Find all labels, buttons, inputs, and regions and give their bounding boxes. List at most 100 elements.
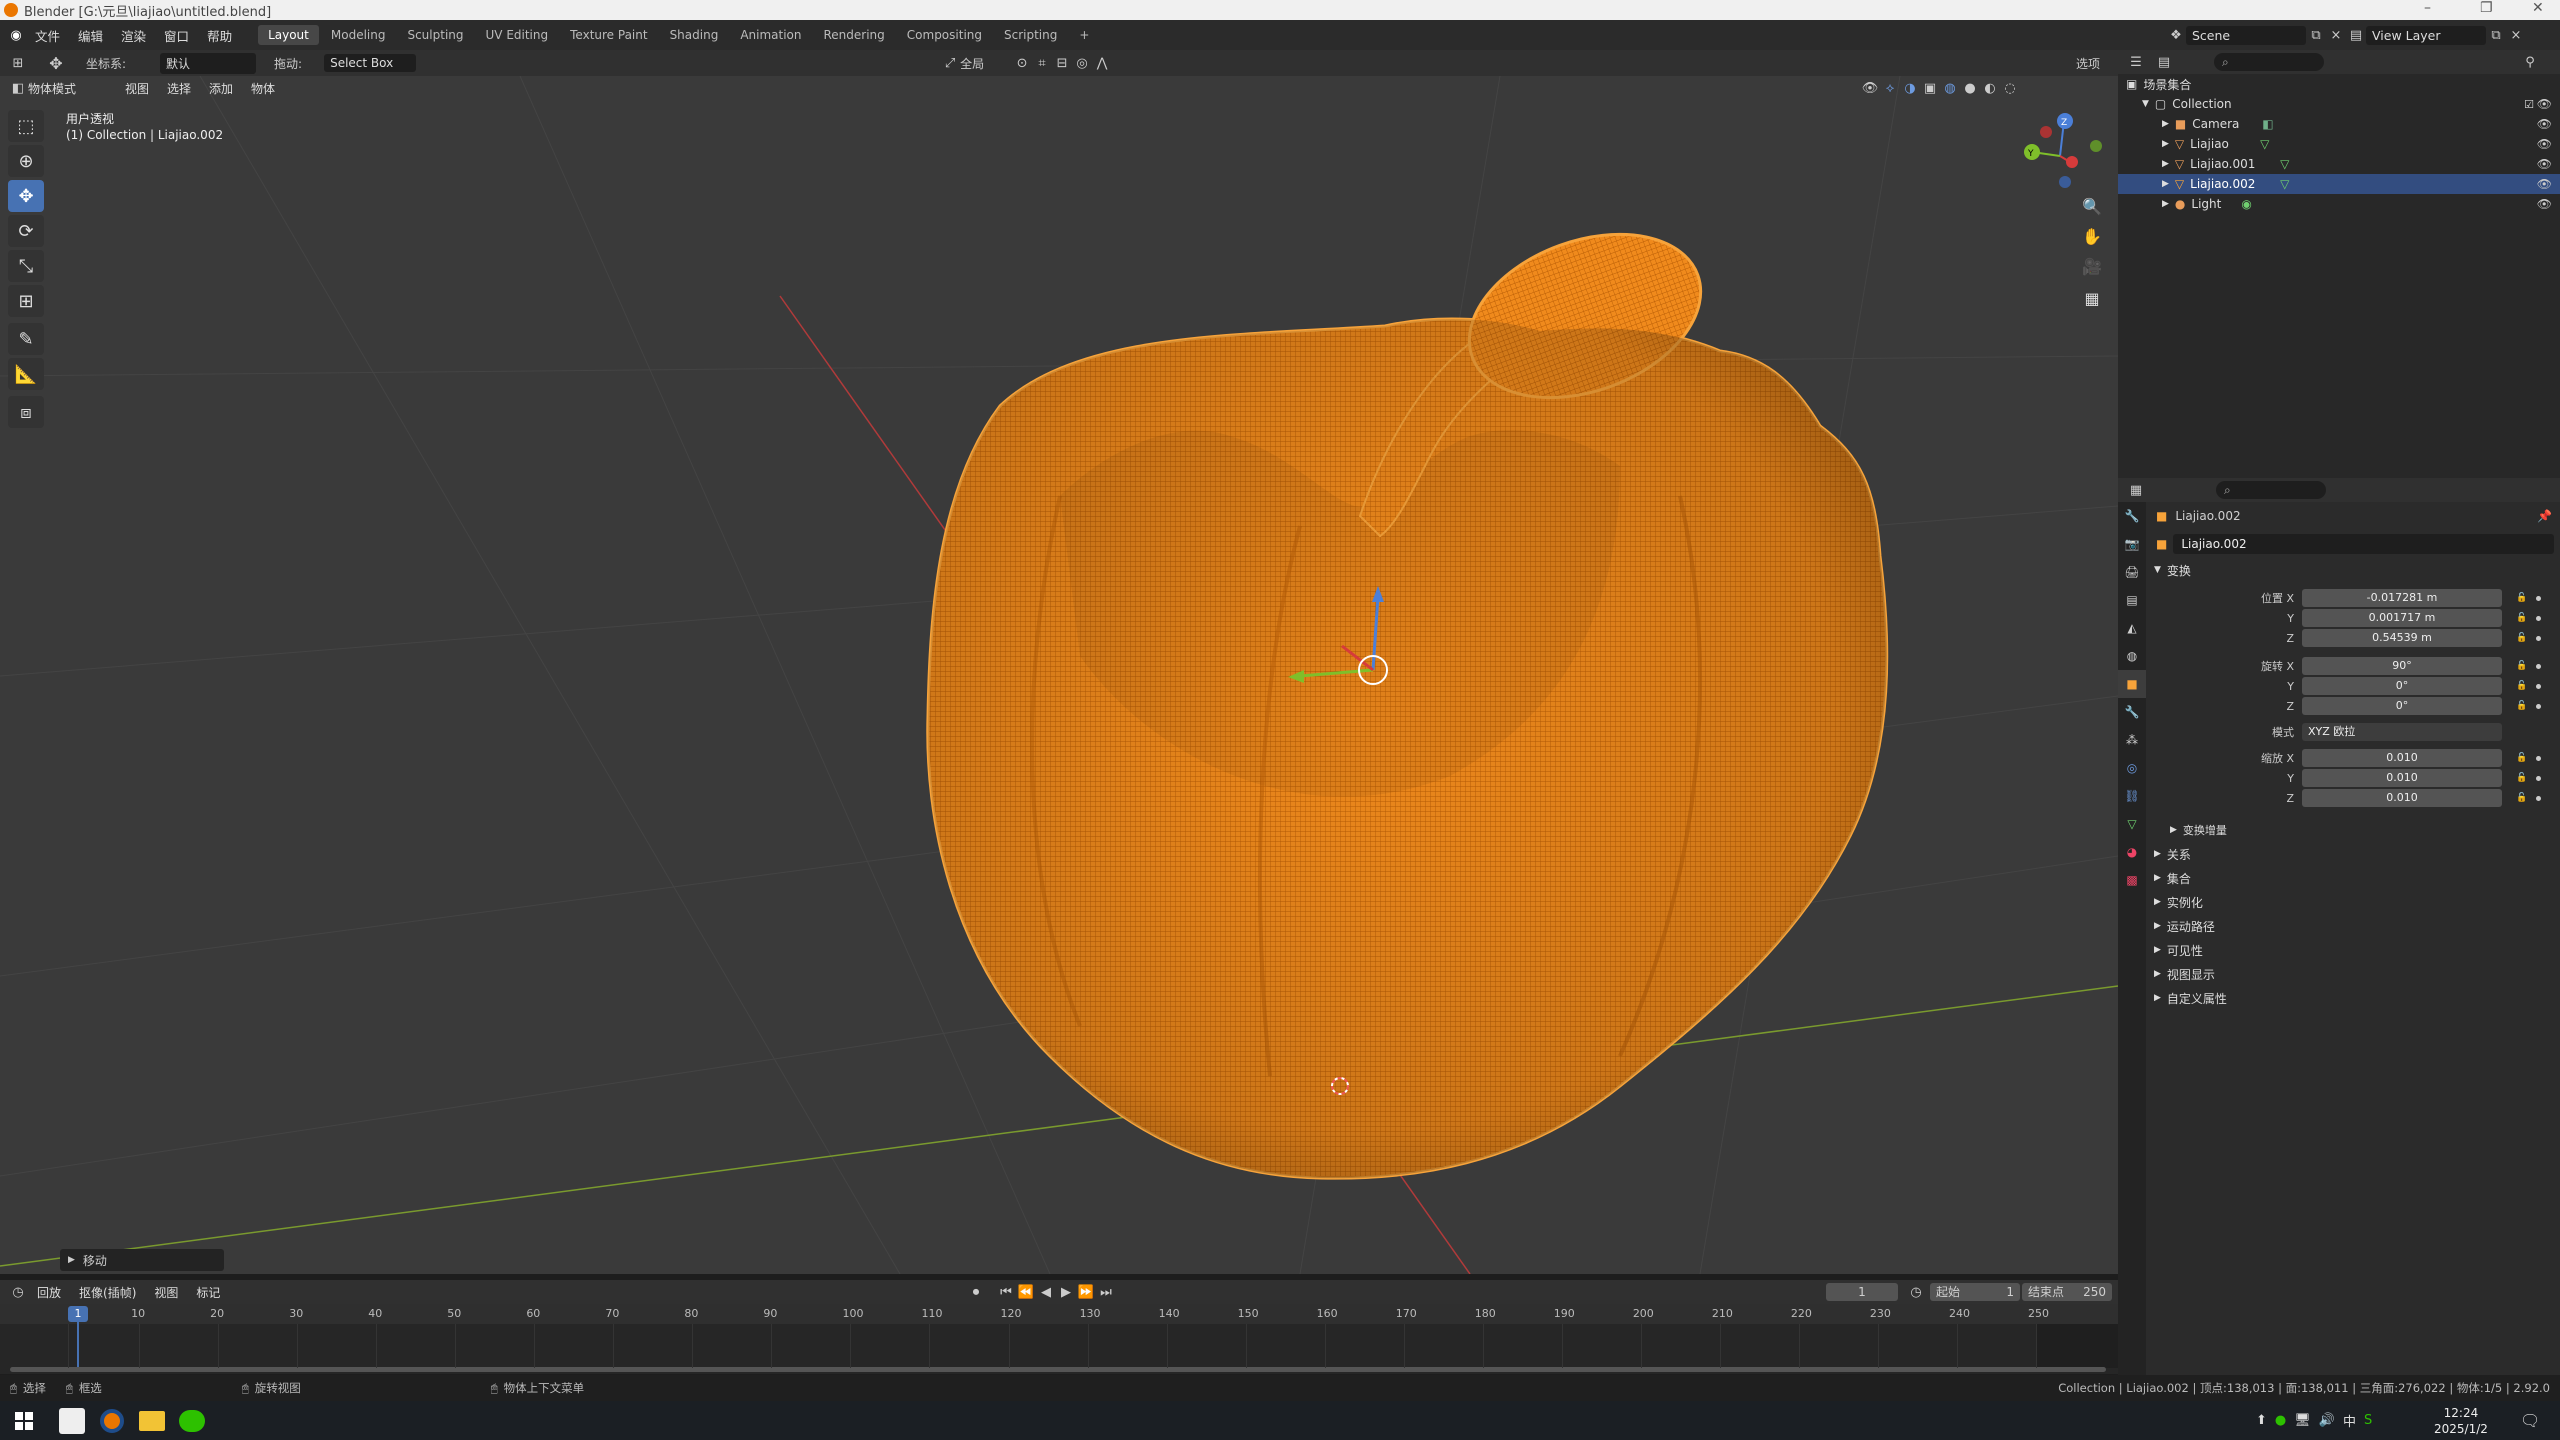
timeline-ruler[interactable]: 10 20 30 40 50 60 70 80 90 100 110 120 130 140 150 160 1… — [0, 1304, 2118, 1324]
minimize-button[interactable]: – — [2424, 0, 2431, 16]
transform-orientation-dropdown[interactable]: 全局 — [960, 55, 1012, 72]
lock-icon[interactable]: 🔓 — [2516, 701, 2527, 711]
tray-network-icon[interactable]: 🖥 — [2294, 1413, 2311, 1428]
mode-dropdown[interactable]: 物体模式 — [28, 80, 106, 97]
camera-view-icon[interactable]: 🎥 — [2078, 252, 2106, 280]
annotate-tool-icon[interactable]: ✎ — [8, 323, 44, 355]
viewport-menu-add[interactable]: 添加 — [200, 80, 242, 97]
rotate-tool-icon[interactable]: ⟳ — [8, 215, 44, 247]
outliner-row-light[interactable]: ▶ ● Light ◉ 👁 — [2118, 194, 2560, 214]
output-tab-icon[interactable]: 🖨 — [2118, 558, 2146, 586]
play-icon[interactable]: ▶ — [1056, 1282, 1076, 1302]
outliner-editor-icon[interactable]: ☰ — [2126, 52, 2146, 72]
ime-indicator[interactable]: 中 — [2343, 1411, 2356, 1430]
play-reverse-icon[interactable]: ◀ — [1036, 1282, 1056, 1302]
scene-selector[interactable]: Scene — [2186, 25, 2306, 45]
show-gizmo-icon[interactable]: ⟡ — [1880, 78, 1900, 98]
rendered-shading-icon[interactable]: ◌ — [2000, 78, 2020, 98]
menu-help[interactable]: 帮助 — [198, 26, 241, 45]
keyframe-dot-icon[interactable] — [2536, 595, 2541, 601]
lock-icon[interactable]: 🔓 — [2516, 753, 2527, 763]
tray-volume-icon[interactable]: 🔊 — [2319, 1413, 2335, 1428]
tray-wechat-icon[interactable]: ● — [2275, 1413, 2286, 1428]
scale-z-field[interactable]: 0.010 — [2302, 789, 2502, 807]
orientation-dropdown[interactable]: 默认 — [160, 52, 257, 74]
playhead-frame-badge[interactable]: 1 — [68, 1306, 88, 1322]
file-explorer-icon[interactable] — [132, 1403, 172, 1439]
3d-viewport[interactable]: Z Y 用户透视 (1) Collection | Liajiao.002 — [0, 76, 2118, 1274]
tab-layout[interactable]: Layout — [258, 25, 319, 45]
last-operator-panel[interactable]: ▶ 移动 — [60, 1249, 224, 1271]
xray-icon[interactable]: ▣ — [1920, 78, 1940, 98]
select-box-tool-icon[interactable]: ⬚ — [8, 110, 44, 142]
object-visibility-icon[interactable]: 👁 — [1860, 78, 1880, 98]
lock-icon[interactable]: 🔓 — [2516, 633, 2527, 643]
menu-render[interactable]: 渲染 — [112, 26, 155, 45]
timeline-menu-keying[interactable]: 抠像(插帧) — [70, 1284, 145, 1301]
record-icon[interactable]: ⏺ — [966, 1282, 986, 1302]
section-custom-properties[interactable]: ▶ 自定义属性 — [2146, 986, 2560, 1010]
next-keyframe-icon[interactable]: ⏩ — [1076, 1282, 1096, 1302]
rotation-z-field[interactable]: 0° — [2302, 697, 2502, 715]
scale-x-field[interactable]: 0.010 — [2302, 749, 2502, 767]
rotation-mode-dropdown[interactable]: XYZ 欧拉 — [2302, 723, 2502, 741]
timeline-scrollbar[interactable] — [10, 1367, 2106, 1372]
tab-scripting[interactable]: Scripting — [994, 25, 1067, 45]
eye-icon[interactable]: 👁 — [2537, 97, 2552, 111]
eye-icon[interactable]: 👁 — [2537, 117, 2552, 131]
rotation-y-field[interactable]: 0° — [2302, 677, 2502, 695]
lock-icon[interactable]: 🔓 — [2516, 681, 2527, 691]
transform-tool-icon[interactable]: ⊞ — [8, 285, 44, 317]
section-viewport-display[interactable]: ▶ 视图显示 — [2146, 962, 2560, 986]
scene-tab-icon[interactable]: ◭ — [2118, 614, 2146, 642]
notification-icon[interactable]: 🗨 — [2520, 1411, 2540, 1430]
keyframe-dot-icon[interactable] — [2536, 703, 2541, 709]
zoom-icon[interactable]: 🔍 — [2078, 192, 2106, 220]
scale-y-field[interactable]: 0.010 — [2302, 769, 2502, 787]
eye-icon[interactable]: 👁 — [2537, 157, 2552, 171]
timeline-menu-playback[interactable]: 回放 — [28, 1284, 70, 1301]
view-layer-tab-icon[interactable]: ▤ — [2118, 586, 2146, 614]
view-layer-close-icon[interactable]: × — [2506, 25, 2526, 45]
lock-icon[interactable]: 🔓 — [2516, 661, 2527, 671]
blender-taskbar-icon[interactable] — [92, 1403, 132, 1439]
tray-s-icon[interactable]: S — [2364, 1413, 2372, 1428]
keyframe-dot-icon[interactable] — [2536, 755, 2541, 761]
jump-start-icon[interactable]: ⏮ — [996, 1282, 1016, 1302]
pan-hand-icon[interactable]: ✋ — [2078, 222, 2106, 250]
scale-tool-icon[interactable]: ⤡ — [8, 250, 44, 282]
menu-file[interactable]: 文件 — [26, 26, 69, 45]
blender-menu-icon[interactable]: ◉ — [6, 25, 26, 45]
properties-search-field[interactable]: ⌕ — [2216, 481, 2326, 499]
location-y-field[interactable]: 0.001717 m — [2302, 609, 2502, 627]
constraints-tab-icon[interactable]: ⛓ — [2118, 782, 2146, 810]
windows-start-icon[interactable] — [4, 1403, 44, 1439]
tray-expand-icon[interactable]: ⬆ — [2256, 1413, 2267, 1428]
modifier-tab-icon[interactable]: 🔧 — [2118, 698, 2146, 726]
paint-app-icon[interactable] — [52, 1403, 92, 1439]
lock-icon[interactable]: 🔓 — [2516, 773, 2527, 783]
view-layer-selector[interactable]: View Layer — [2366, 25, 2486, 45]
timeline[interactable]: 10 20 30 40 50 60 70 80 90 100 110 120 130 140 150 160 1… — [0, 1304, 2118, 1374]
pivot-point-icon[interactable]: ⊙ — [1012, 53, 1032, 73]
particles-tab-icon[interactable]: ⁂ — [2118, 726, 2146, 754]
keyframe-dot-icon[interactable] — [2536, 615, 2541, 621]
tab-animation[interactable]: Animation — [730, 25, 811, 45]
data-tab-icon[interactable]: ▽ — [2118, 810, 2146, 838]
keyframe-dot-icon[interactable] — [2536, 683, 2541, 689]
viewport-menu-select[interactable]: 选择 — [158, 80, 200, 97]
keyframe-dot-icon[interactable] — [2536, 635, 2541, 641]
proportional-edit-icon[interactable]: ◎ — [1072, 53, 1092, 73]
material-shading-icon[interactable]: ◐ — [1980, 78, 2000, 98]
outliner-row-collection[interactable]: ▼ ▢ Collection ☑ 👁 — [2118, 94, 2560, 114]
display-mode-icon[interactable]: ▤ — [2154, 52, 2174, 72]
physics-tab-icon[interactable]: ◎ — [2118, 754, 2146, 782]
measure-tool-icon[interactable]: 📐 — [8, 358, 44, 390]
pivot-icon[interactable]: ⤢ — [940, 53, 960, 73]
taskbar-clock[interactable]: 12:24 2025/1/2 — [2434, 1405, 2488, 1437]
outliner-row-liajiao-001[interactable]: ▶ ▽ Liajiao.001 ▽ 👁 — [2118, 154, 2560, 174]
prev-keyframe-icon[interactable]: ⏪ — [1016, 1282, 1036, 1302]
transform-section-header[interactable]: ▼ 变换 — [2146, 558, 2560, 582]
wireframe-shading-icon[interactable]: ◍ — [1940, 78, 1960, 98]
section-visibility[interactable]: ▶ 可见性 — [2146, 938, 2560, 962]
